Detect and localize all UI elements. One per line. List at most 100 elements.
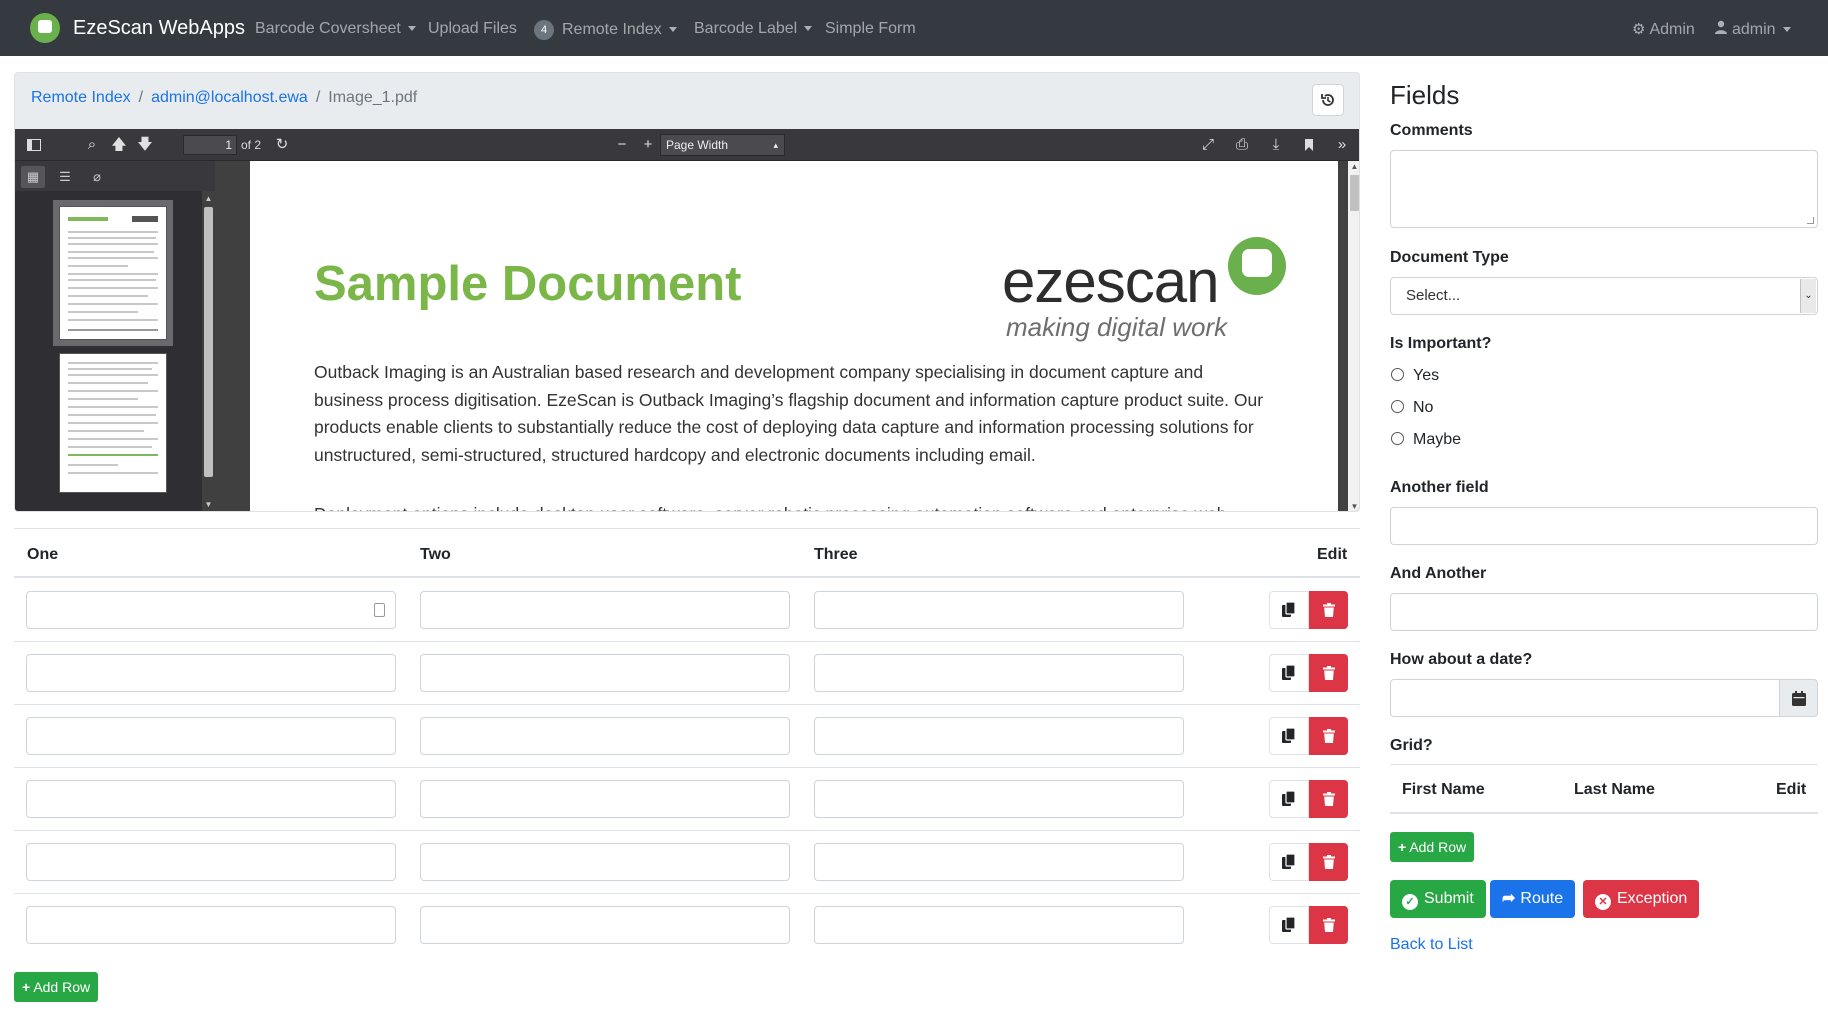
breadcrumb-link-remote-index[interactable]: Remote Index [31,89,131,106]
page-number-input[interactable]: 1 [183,135,237,155]
scroll-up-icon[interactable]: ▲ [202,193,215,205]
cell-input-one[interactable] [26,717,396,755]
cell-input-three[interactable] [814,906,1184,944]
attachments-icon[interactable]: ⌀ [85,166,109,188]
back-to-list-link[interactable]: Back to List [1390,936,1473,954]
date-input[interactable] [1390,679,1780,717]
calendar-button[interactable] [1779,679,1818,717]
scroll-down-icon[interactable]: ▼ [202,499,215,511]
page-thumbnail-2[interactable] [59,353,167,493]
cell-input-two[interactable] [420,780,790,818]
exception-button[interactable]: ✕ Exception [1583,880,1700,918]
grid-add-row-button[interactable]: + Add Row [1390,832,1475,862]
next-page-icon[interactable]: 🡇 [134,134,156,156]
cell-input-one[interactable] [26,780,396,818]
cell-input-one[interactable] [26,843,396,881]
previous-page-icon[interactable]: 🡅 [108,134,130,156]
radio-circle-icon [1391,400,1404,413]
delete-row-button[interactable] [1309,843,1348,881]
route-button[interactable]: ➦ Route [1490,880,1576,918]
cell-input-two[interactable] [420,591,790,629]
radio-no[interactable]: No [1391,399,1433,417]
nav-user-menu[interactable]: admin [1714,20,1791,39]
nav-admin-settings[interactable]: ⚙ Admin [1632,20,1695,39]
cell-input-two[interactable] [420,906,790,944]
logo-tagline: making digital work [1006,312,1228,342]
nav-upload-files[interactable]: Upload Files [428,20,517,38]
copy-row-button[interactable] [1269,843,1309,881]
times-circle-icon: ✕ [1595,894,1611,910]
cell-input-two[interactable] [420,717,790,755]
brand-title[interactable]: EzeScan WebApps [73,17,245,40]
nav-remote-index[interactable]: 4 Remote Index [534,20,677,40]
nav-barcode-coversheet[interactable]: Barcode Coversheet [255,20,416,38]
cell-input-two[interactable] [420,654,790,692]
zoom-in-icon[interactable]: + [637,134,659,156]
tools-menu-icon[interactable]: » [1331,134,1353,156]
cell-input-one[interactable] [26,654,396,692]
table-header-border [14,576,1360,578]
delete-row-button[interactable] [1309,591,1348,629]
scroll-up-icon[interactable]: ▲ [1348,161,1359,173]
refresh-icon[interactable]: ↻ [271,134,293,156]
nav-barcode-label[interactable]: Barcode Label [694,20,813,38]
submit-button[interactable]: ✓ Submit [1390,880,1486,918]
delete-row-button[interactable] [1309,906,1348,944]
breadcrumb-current: Image_1.pdf [328,89,418,106]
copy-row-button[interactable] [1269,906,1309,944]
cell-input-three[interactable] [814,843,1184,881]
resize-grip-icon[interactable] [1807,217,1814,224]
document-type-select[interactable]: Select... ⌄ [1390,277,1818,315]
row-divider [14,641,1360,642]
scroll-down-icon[interactable]: ▼ [1348,501,1359,511]
comments-textarea[interactable] [1390,150,1818,228]
download-icon[interactable]: ⤓ [1265,134,1287,156]
exception-label: Exception [1617,890,1688,907]
cell-input-three[interactable] [814,654,1184,692]
document-title: Sample Document [314,257,742,311]
radio-yes[interactable]: Yes [1391,367,1439,385]
sidebar-toggle-icon[interactable] [23,134,45,156]
cell-input-two[interactable] [420,843,790,881]
delete-row-button[interactable] [1309,654,1348,692]
pdf-scrollbar[interactable]: ▲ ▼ [1348,161,1359,511]
caret-down-icon [668,27,677,33]
fullscreen-icon[interactable]: ⤢ [1197,134,1219,156]
thumbnails-icon[interactable]: ▦ [21,166,45,188]
user-icon [1714,20,1728,38]
another-field-input[interactable] [1390,507,1818,545]
copy-row-button[interactable] [1269,780,1309,818]
radio-maybe[interactable]: Maybe [1391,431,1461,449]
page-thumbnail-1[interactable] [53,200,173,346]
and-another-input[interactable] [1390,593,1818,631]
history-button[interactable] [1312,84,1344,116]
copy-row-button[interactable] [1269,654,1309,692]
search-icon[interactable]: ⌕ [81,134,103,156]
print-icon[interactable]: ⎙ [1231,134,1253,156]
grid-top-border [1390,764,1818,765]
cell-input-one[interactable] [26,906,396,944]
share-arrow-icon: ➦ [1502,890,1516,907]
trash-icon [1322,729,1335,743]
zoom-out-icon[interactable]: − [611,134,633,156]
cell-input-three[interactable] [814,780,1184,818]
zoom-select[interactable]: Page Width ▴ [660,134,785,156]
copy-row-button[interactable] [1269,717,1309,755]
outline-icon[interactable]: ☰ [53,166,77,188]
thumbnail-scrollbar[interactable]: ▲ ▼ [202,191,215,511]
cell-input-three[interactable] [814,591,1184,629]
nav-simple-form[interactable]: Simple Form [825,20,916,38]
bookmark-icon[interactable] [1298,134,1320,156]
delete-row-button[interactable] [1309,780,1348,818]
check-circle-icon: ✓ [1402,894,1418,910]
add-row-button[interactable]: + Add Row [14,972,99,1002]
delete-row-button[interactable] [1309,717,1348,755]
trash-icon [1322,603,1335,617]
ezescan-logo-icon[interactable] [30,13,60,43]
cell-input-one[interactable] [26,591,396,629]
calendar-icon [1791,691,1806,706]
breadcrumb-link-user[interactable]: admin@localhost.ewa [151,89,308,106]
cell-input-three[interactable] [814,717,1184,755]
speech-bubble-icon [1228,237,1286,295]
copy-row-button[interactable] [1269,591,1309,629]
